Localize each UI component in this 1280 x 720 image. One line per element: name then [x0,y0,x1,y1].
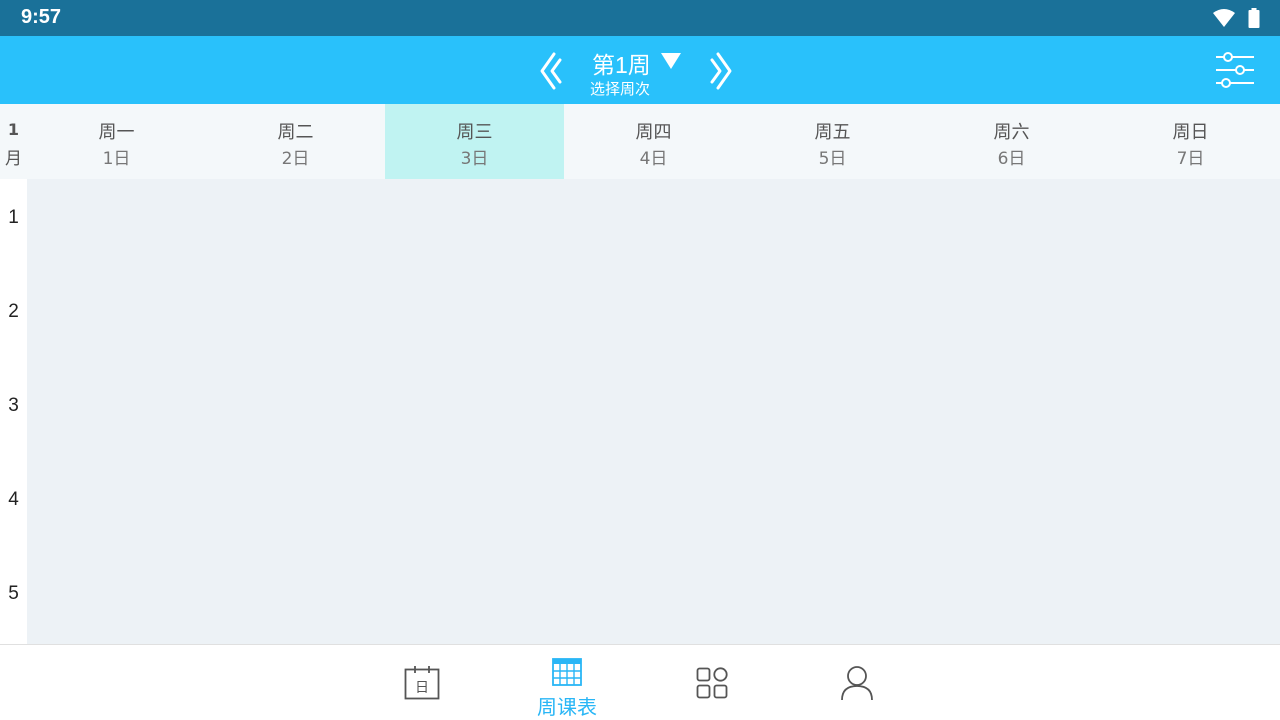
app-header: 第1周 选择周次 [0,36,1280,104]
period-number: 5 [8,583,19,604]
tab-weekly-schedule[interactable]: 周课表 [527,645,607,720]
day-date: 4日 [639,149,668,169]
week-selector[interactable]: 第1周 选择周次 [590,44,690,100]
day-column-mon[interactable]: 周一 1日 [27,104,206,179]
week-title: 第1周 [592,52,651,78]
next-week-button[interactable] [706,50,738,92]
day-header-row: 1 月 周一 1日 周二 2日 周三 3日 周四 4日 周五 5日 周六 6日 … [0,104,1280,179]
day-name: 周六 [993,122,1030,143]
period-number: 3 [8,395,19,416]
day-name: 周二 [277,122,314,143]
schedule-grid[interactable] [27,179,1280,644]
tab-profile[interactable] [827,645,887,720]
period-column: 1 2 3 4 5 [0,179,27,644]
apps-icon [696,667,728,699]
wifi-icon [1213,9,1235,27]
previous-week-button[interactable] [534,50,566,92]
day-name: 周四 [635,122,672,143]
week-subtitle: 选择周次 [590,80,651,98]
calendar-day-glyph: 日 [415,680,429,696]
day-date: 3日 [460,149,489,169]
tab-label: 周课表 [537,695,597,719]
day-column-thu[interactable]: 周四 4日 [564,104,743,179]
grid-calendar-icon [552,658,582,686]
month-unit: 月 [5,149,22,169]
day-column-sun[interactable]: 周日 7日 [1101,104,1280,179]
day-name: 周日 [1172,122,1209,143]
bottom-nav: 日 周课表 [0,644,1280,720]
tab-daily[interactable]: 日 [392,645,452,720]
sliders-icon [1216,52,1254,88]
day-date: 7日 [1176,149,1205,169]
day-column-wed[interactable]: 周三 3日 [385,104,564,179]
status-bar: 9:57 [0,0,1280,36]
day-column-tue[interactable]: 周二 2日 [206,104,385,179]
day-name: 周一 [98,122,135,143]
period-number: 4 [8,489,19,510]
period-number: 1 [8,207,19,228]
day-column-sat[interactable]: 周六 6日 [922,104,1101,179]
day-date: 6日 [997,149,1026,169]
month-number: 1 [7,120,20,139]
tab-apps[interactable] [682,645,742,720]
settings-button[interactable] [1210,50,1258,90]
day-date: 2日 [281,149,310,169]
chevron-right-icon [710,52,732,90]
triangle-down-icon [661,53,681,69]
day-date: 5日 [818,149,847,169]
month-label: 1 月 [0,104,27,179]
chevron-left-icon [540,52,562,90]
day-name: 周三 [456,122,493,143]
user-icon [841,666,873,701]
day-name: 周五 [814,122,851,143]
status-icons [1212,8,1260,28]
day-date: 1日 [102,149,131,169]
battery-icon [1248,8,1260,28]
calendar-day-icon: 日 [404,666,440,700]
day-column-fri[interactable]: 周五 5日 [743,104,922,179]
period-number: 2 [8,301,19,322]
status-time: 9:57 [21,6,62,28]
